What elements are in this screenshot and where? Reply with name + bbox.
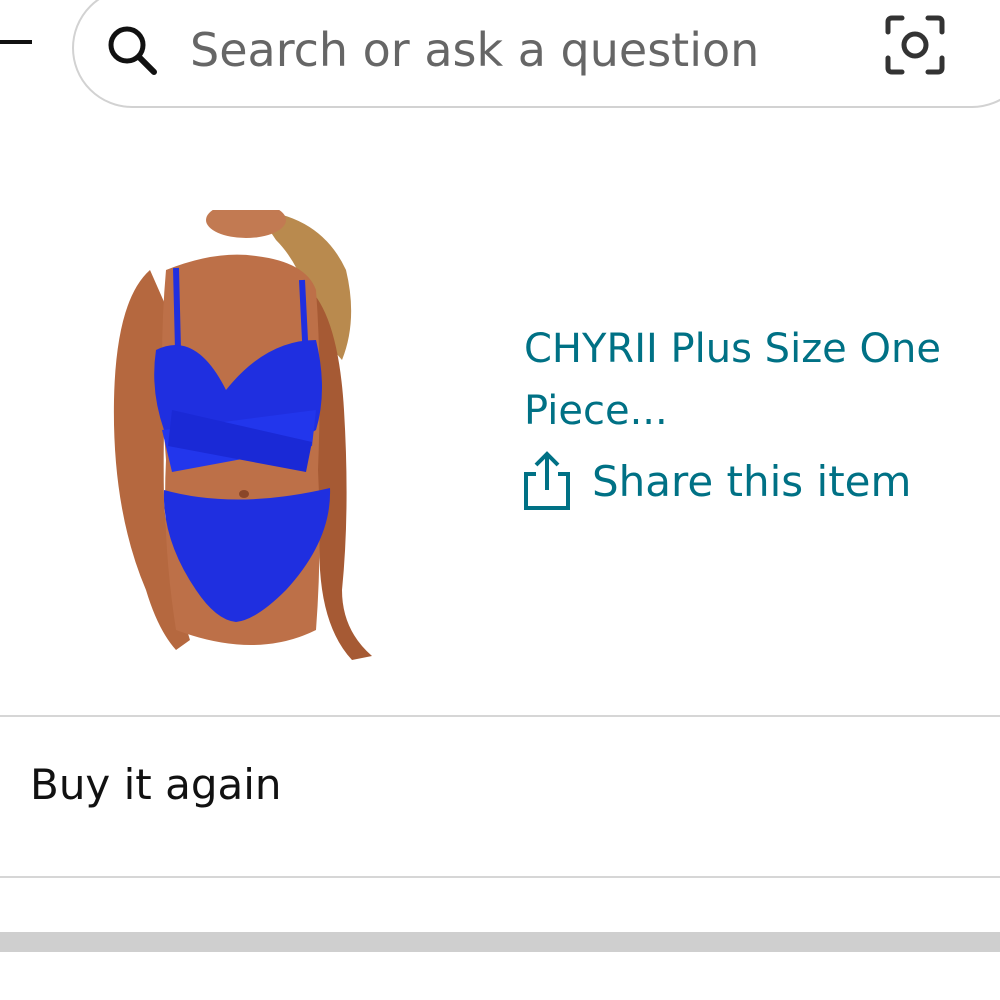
share-label: Share this item: [592, 456, 912, 506]
camera-scan-icon[interactable]: [884, 14, 946, 76]
back-button[interactable]: [0, 40, 32, 44]
search-input[interactable]: [190, 18, 830, 82]
product-image[interactable]: [106, 210, 380, 660]
share-button[interactable]: Share this item: [522, 448, 911, 514]
product-title[interactable]: CHYRII Plus Size One Piece...: [524, 318, 994, 442]
buy-it-again-link[interactable]: Buy it again: [30, 760, 282, 809]
search-icon[interactable]: [104, 22, 160, 78]
divider: [0, 876, 1000, 878]
page: CHYRII Plus Size One Piece... Share this…: [0, 0, 1000, 1000]
share-icon: [524, 451, 570, 510]
section-separator: [0, 932, 1000, 952]
divider: [0, 715, 1000, 717]
